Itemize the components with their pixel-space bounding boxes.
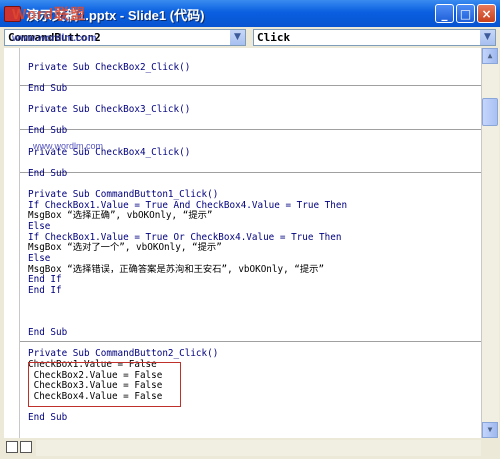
procedure-combo-value: Click (257, 31, 291, 44)
procedure-view-icon[interactable] (6, 441, 18, 453)
code-line[interactable]: MsgBox “选择正确”, vbOKOnly, “提示” (28, 210, 213, 222)
vertical-scrollbar[interactable]: ▲ ▼ (481, 48, 499, 438)
code-line[interactable]: End Sub (28, 83, 67, 95)
scroll-up-button[interactable]: ▲ (482, 48, 498, 64)
procedure-separator (20, 85, 481, 86)
highlight-annotation-box (28, 362, 181, 407)
code-line[interactable]: Private Sub CheckBox2_Click() (28, 62, 190, 74)
scroll-down-button[interactable]: ▼ (482, 422, 498, 438)
procedure-combo[interactable]: Click ▼ (253, 29, 496, 46)
chevron-down-icon[interactable]: ▼ (480, 30, 495, 45)
code-line[interactable]: MsgBox “选对了一个”, vbOKOnly, “提示” (28, 242, 222, 254)
code-line[interactable]: End Sub (28, 168, 67, 180)
code-line[interactable]: MsgBox “选择错误，正确答案是苏洵和王安石”, vbOKOnly, “提示… (28, 264, 324, 276)
watermark-url: www.wordlm.com (12, 33, 97, 44)
title-bar[interactable]: 演示文稿1.pptx - Slide1 (代码) Word联盟 _ □ × (0, 0, 500, 27)
watermark-url: www.wordlm.com (33, 141, 104, 151)
full-module-view-icon[interactable] (20, 441, 32, 453)
minimize-button[interactable]: _ (435, 4, 454, 23)
horizontal-scrollbar[interactable] (36, 440, 481, 456)
code-line[interactable]: End If (28, 285, 62, 297)
maximize-button[interactable]: □ (456, 4, 475, 23)
code-line[interactable]: End Sub (28, 412, 67, 424)
procedure-separator (20, 341, 481, 342)
chevron-down-icon[interactable]: ▼ (230, 30, 245, 45)
scroll-thumb[interactable] (482, 98, 498, 126)
margin-indicator-bar[interactable] (4, 48, 20, 438)
watermark-logo: Word联盟 (12, 6, 87, 23)
code-line[interactable]: Private Sub CheckBox3_Click() (28, 104, 190, 116)
close-button[interactable]: × (477, 4, 496, 23)
code-line[interactable]: End Sub (28, 125, 67, 137)
procedure-separator (20, 129, 481, 130)
code-line[interactable]: End Sub (28, 327, 67, 339)
bottom-bar (0, 438, 500, 459)
procedure-separator (20, 172, 481, 173)
